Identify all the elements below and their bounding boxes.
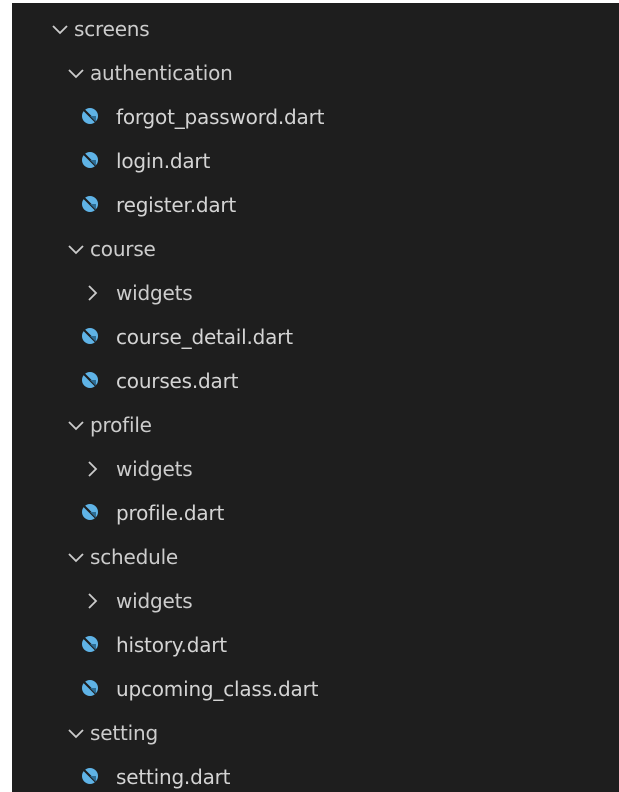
file-profile[interactable]: profile.dart (12, 491, 619, 535)
file-register[interactable]: register.dart (12, 183, 619, 227)
folder-label: profile (90, 413, 152, 437)
file-label: login.dart (116, 149, 211, 173)
file-label: forgot_password.dart (116, 105, 325, 129)
file-label: course_detail.dart (116, 325, 293, 349)
file-explorer-tree: screens authentication forgot_password.d… (12, 3, 619, 792)
folder-profile-widgets[interactable]: widgets (12, 447, 619, 491)
folder-label: setting (90, 721, 158, 745)
dart-file-icon (80, 194, 100, 214)
chevron-down-icon (66, 63, 86, 83)
folder-authentication[interactable]: authentication (12, 51, 619, 95)
file-courses[interactable]: courses.dart (12, 359, 619, 403)
folder-label: widgets (116, 589, 193, 613)
dart-file-icon (80, 326, 100, 346)
chevron-right-icon (82, 591, 102, 611)
dart-file-icon (80, 370, 100, 390)
chevron-right-icon (82, 283, 102, 303)
folder-setting[interactable]: setting (12, 711, 619, 755)
folder-label: course (90, 237, 156, 261)
dart-file-icon (80, 678, 100, 698)
folder-label: schedule (90, 545, 179, 569)
chevron-down-icon (50, 19, 70, 39)
dart-file-icon (80, 634, 100, 654)
folder-course-widgets[interactable]: widgets (12, 271, 619, 315)
file-setting[interactable]: setting.dart (12, 755, 619, 792)
folder-profile[interactable]: profile (12, 403, 619, 447)
file-label: history.dart (116, 633, 227, 657)
file-label: upcoming_class.dart (116, 677, 319, 701)
chevron-down-icon (66, 415, 86, 435)
chevron-down-icon (66, 723, 86, 743)
file-label: setting.dart (116, 765, 231, 789)
folder-screens[interactable]: screens (12, 7, 619, 51)
folder-label: authentication (90, 61, 233, 85)
chevron-down-icon (66, 547, 86, 567)
folder-schedule[interactable]: schedule (12, 535, 619, 579)
folder-label: screens (74, 17, 150, 41)
file-label: register.dart (116, 193, 237, 217)
folder-course[interactable]: course (12, 227, 619, 271)
file-upcoming-class[interactable]: upcoming_class.dart (12, 667, 619, 711)
file-label: profile.dart (116, 501, 225, 525)
chevron-down-icon (66, 239, 86, 259)
folder-schedule-widgets[interactable]: widgets (12, 579, 619, 623)
dart-file-icon (80, 150, 100, 170)
file-history[interactable]: history.dart (12, 623, 619, 667)
chevron-right-icon (82, 459, 102, 479)
file-label: courses.dart (116, 369, 239, 393)
dart-file-icon (80, 502, 100, 522)
file-course-detail[interactable]: course_detail.dart (12, 315, 619, 359)
file-login[interactable]: login.dart (12, 139, 619, 183)
dart-file-icon (80, 766, 100, 786)
folder-label: widgets (116, 281, 193, 305)
folder-label: widgets (116, 457, 193, 481)
dart-file-icon (80, 106, 100, 126)
file-forgot-password[interactable]: forgot_password.dart (12, 95, 619, 139)
